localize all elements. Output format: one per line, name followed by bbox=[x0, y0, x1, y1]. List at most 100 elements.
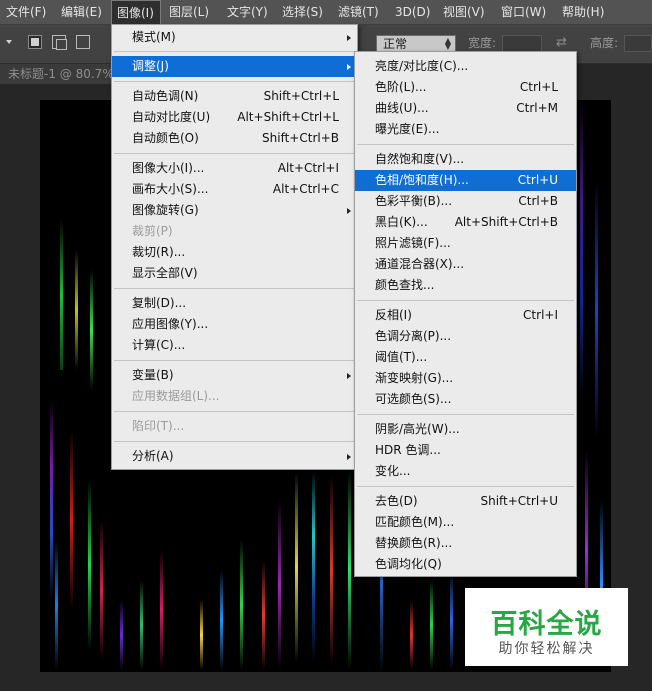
width-input[interactable] bbox=[502, 35, 542, 52]
menu-item-canvas-size[interactable]: 画布大小(S)... Alt+Ctrl+C bbox=[112, 179, 357, 200]
menu-edit[interactable]: 编辑(E) bbox=[61, 0, 102, 24]
menu-item-brightness-contrast[interactable]: 亮度/对比度(C)... bbox=[355, 56, 576, 77]
streak bbox=[278, 500, 281, 670]
streak bbox=[140, 580, 143, 670]
menu-item-selective-color[interactable]: 可选颜色(S)... bbox=[355, 389, 576, 410]
menu-item-photo-filter[interactable]: 照片滤镜(F)... bbox=[355, 233, 576, 254]
menu-window[interactable]: 窗口(W) bbox=[501, 0, 546, 24]
menu-item-color-lookup[interactable]: 颜色查找... bbox=[355, 275, 576, 296]
watermark-title: 百科全说 bbox=[490, 609, 603, 640]
swap-icon[interactable]: ⇄ bbox=[556, 35, 567, 50]
submenu-arrow-icon bbox=[347, 64, 351, 70]
menu-item-hue-saturation[interactable]: 色相/饱和度(H)... Ctrl+U bbox=[355, 170, 576, 191]
menu-item-mode[interactable]: 模式(M) bbox=[112, 27, 357, 48]
streak bbox=[262, 560, 265, 670]
streak bbox=[60, 220, 63, 370]
menu-item-replace-color[interactable]: 替换颜色(R)... bbox=[355, 533, 576, 554]
menu-item-variables[interactable]: 变量(B) bbox=[112, 365, 357, 386]
streak bbox=[348, 470, 351, 670]
menu-item-exposure[interactable]: 曝光度(E)... bbox=[355, 119, 576, 140]
height-label: 高度: bbox=[590, 36, 619, 50]
menu-3d[interactable]: 3D(D) bbox=[395, 0, 430, 24]
style-select-value: 正常 bbox=[383, 37, 408, 51]
menu-item-analysis[interactable]: 分析(A) bbox=[112, 446, 357, 467]
streak bbox=[450, 570, 453, 670]
menu-item-calculations[interactable]: 计算(C)... bbox=[112, 335, 357, 356]
menu-item-curves[interactable]: 曲线(U)... Ctrl+M bbox=[355, 98, 576, 119]
subtract-selection-icon[interactable] bbox=[76, 35, 90, 49]
adjustments-submenu: 亮度/对比度(C)... 色阶(L)... Ctrl+L 曲线(U)... Ctrl… bbox=[354, 51, 577, 577]
streak bbox=[220, 570, 223, 670]
streak bbox=[295, 472, 298, 662]
menu-item-gradient-map[interactable]: 渐变映射(G)... bbox=[355, 368, 576, 389]
menu-item-hdr-toning[interactable]: HDR 色调... bbox=[355, 440, 576, 461]
menu-item-reveal-all[interactable]: 显示全部(V) bbox=[112, 263, 357, 284]
streak bbox=[240, 540, 243, 670]
submenu-arrow-icon bbox=[347, 454, 351, 460]
menu-item-apply-data-set: 应用数据组(L)... bbox=[132, 389, 220, 403]
height-input[interactable] bbox=[624, 35, 652, 52]
watermark-logo: 百科全说 助你轻松解决 bbox=[465, 588, 628, 666]
menu-item-threshold[interactable]: 阈值(T)... bbox=[355, 347, 576, 368]
menu-item-posterize[interactable]: 色调分离(P)... bbox=[355, 326, 576, 347]
streak bbox=[100, 520, 103, 660]
menu-item-variations[interactable]: 变化... bbox=[355, 461, 576, 482]
menu-view[interactable]: 视图(V) bbox=[443, 0, 485, 24]
menu-item-vibrance[interactable]: 自然饱和度(V)... bbox=[355, 149, 576, 170]
menu-layer[interactable]: 图层(L) bbox=[169, 0, 209, 24]
width-label: 宽度: bbox=[468, 36, 497, 50]
menu-type[interactable]: 文字(Y) bbox=[227, 0, 268, 24]
menu-item-auto-contrast[interactable]: 自动对比度(U) Alt+Shift+Ctrl+L bbox=[112, 107, 357, 128]
streak bbox=[312, 472, 315, 662]
menu-item-trim[interactable]: 裁切(R)... bbox=[112, 242, 357, 263]
menu-item-apply-image[interactable]: 应用图像(Y)... bbox=[112, 314, 357, 335]
menu-item-color-balance[interactable]: 色彩平衡(B)... Ctrl+B bbox=[355, 191, 576, 212]
menu-bar: 文件(F) 编辑(E) 图像(I) 图层(L) 文字(Y) 选择(S) 滤镜(T… bbox=[0, 0, 652, 25]
streak bbox=[50, 400, 53, 600]
streak bbox=[580, 100, 583, 400]
add-selection-icon[interactable] bbox=[52, 35, 67, 50]
menu-help[interactable]: 帮助(H) bbox=[562, 0, 604, 24]
streak bbox=[430, 580, 433, 670]
streak bbox=[90, 270, 93, 390]
menu-filter[interactable]: 滤镜(T) bbox=[338, 0, 379, 24]
menu-item-levels[interactable]: 色阶(L)... Ctrl+L bbox=[355, 77, 576, 98]
submenu-arrow-icon bbox=[347, 373, 351, 379]
menu-file[interactable]: 文件(F) bbox=[6, 0, 46, 24]
new-selection-icon[interactable] bbox=[28, 35, 42, 49]
menu-item-match-color[interactable]: 匹配颜色(M)... bbox=[355, 512, 576, 533]
menu-item-black-white[interactable]: 黑白(K)... Alt+Shift+Ctrl+B bbox=[355, 212, 576, 233]
menu-item-image-size[interactable]: 图像大小(I)... Alt+Ctrl+I bbox=[112, 158, 357, 179]
style-select[interactable]: 正常 ▲ ▼ bbox=[376, 35, 456, 52]
document-tab[interactable]: 未标题-1 @ 80.7% bbox=[0, 64, 128, 84]
menu-item-desaturate[interactable]: 去色(D) Shift+Ctrl+U bbox=[355, 491, 576, 512]
submenu-arrow-icon bbox=[347, 35, 351, 41]
image-menu: 模式(M) 调整(J) 自动色调(N) Shift+Ctrl+L 自动对比度(U)… bbox=[111, 24, 358, 470]
menu-item-equalize[interactable]: 色调均化(Q) bbox=[355, 554, 576, 575]
streak bbox=[120, 600, 123, 670]
menu-item-shadows-highlights[interactable]: 阴影/高光(W)... bbox=[355, 419, 576, 440]
menu-item-channel-mixer[interactable]: 通道混合器(X)... bbox=[355, 254, 576, 275]
menu-item-trap: 陷印(T)... bbox=[132, 419, 185, 433]
submenu-arrow-icon bbox=[347, 208, 351, 214]
streak bbox=[75, 250, 78, 370]
streak bbox=[160, 550, 163, 670]
menu-item-auto-color[interactable]: 自动颜色(O) Shift+Ctrl+B bbox=[112, 128, 357, 149]
select-arrows-icon: ▲ ▼ bbox=[444, 36, 451, 51]
menu-item-crop: 裁剪(P) bbox=[132, 224, 173, 238]
streak bbox=[330, 475, 333, 665]
menu-item-image-rotation[interactable]: 图像旋转(G) bbox=[112, 200, 357, 221]
menu-item-adjustments[interactable]: 调整(J) bbox=[112, 56, 357, 77]
menu-item-duplicate[interactable]: 复制(D)... bbox=[112, 293, 357, 314]
streak bbox=[55, 540, 58, 670]
tool-preset-arrow-icon[interactable] bbox=[6, 40, 12, 44]
streak bbox=[410, 600, 413, 670]
menu-select[interactable]: 选择(S) bbox=[282, 0, 323, 24]
streak bbox=[595, 180, 598, 440]
streak bbox=[88, 480, 91, 650]
streak bbox=[70, 430, 73, 610]
menu-image[interactable]: 图像(I) bbox=[111, 0, 161, 24]
streak bbox=[200, 600, 203, 670]
menu-item-auto-tone[interactable]: 自动色调(N) Shift+Ctrl+L bbox=[112, 86, 357, 107]
menu-item-invert[interactable]: 反相(I) Ctrl+I bbox=[355, 305, 576, 326]
